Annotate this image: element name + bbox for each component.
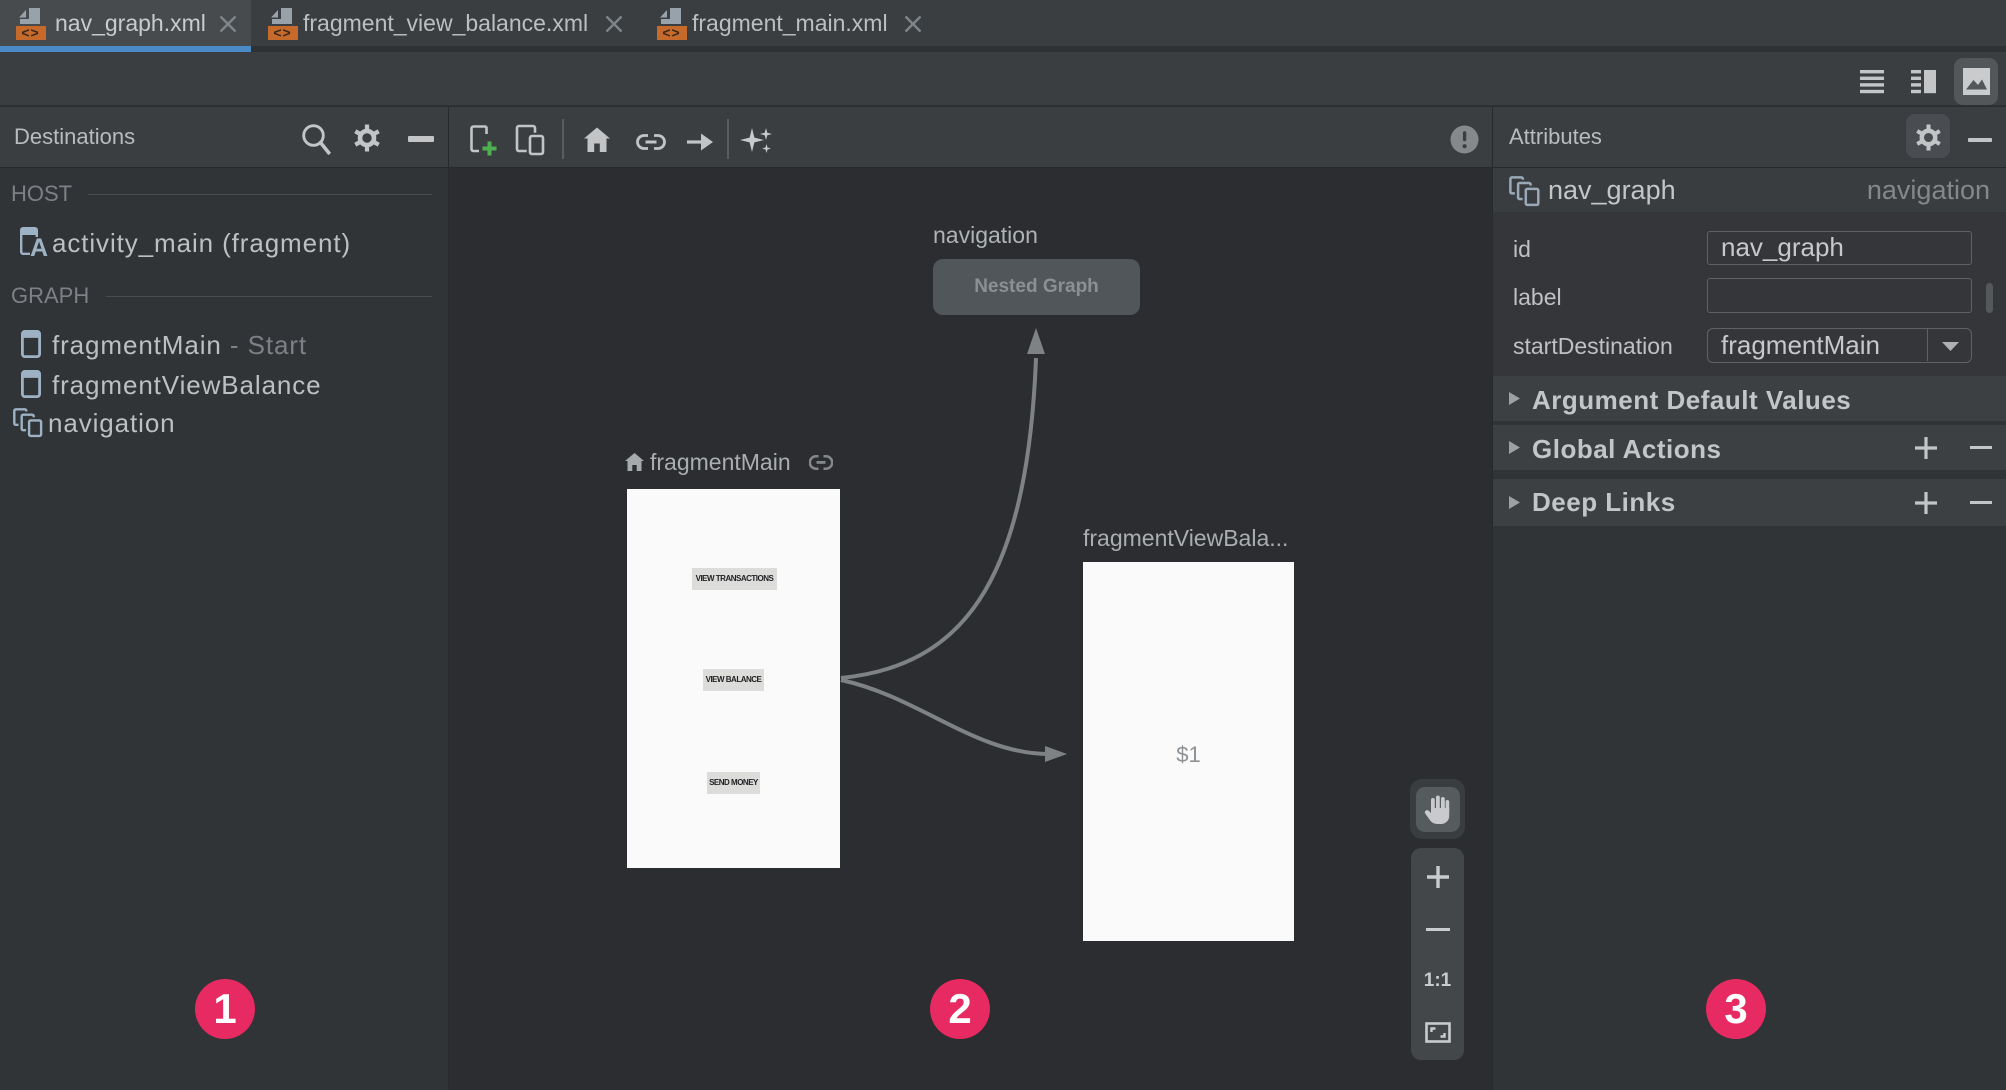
svg-text:<>: <> [273, 25, 291, 41]
svg-text:<>: <> [662, 25, 680, 41]
svg-text:<>: <> [21, 25, 39, 41]
svg-text:A: A [30, 234, 48, 257]
